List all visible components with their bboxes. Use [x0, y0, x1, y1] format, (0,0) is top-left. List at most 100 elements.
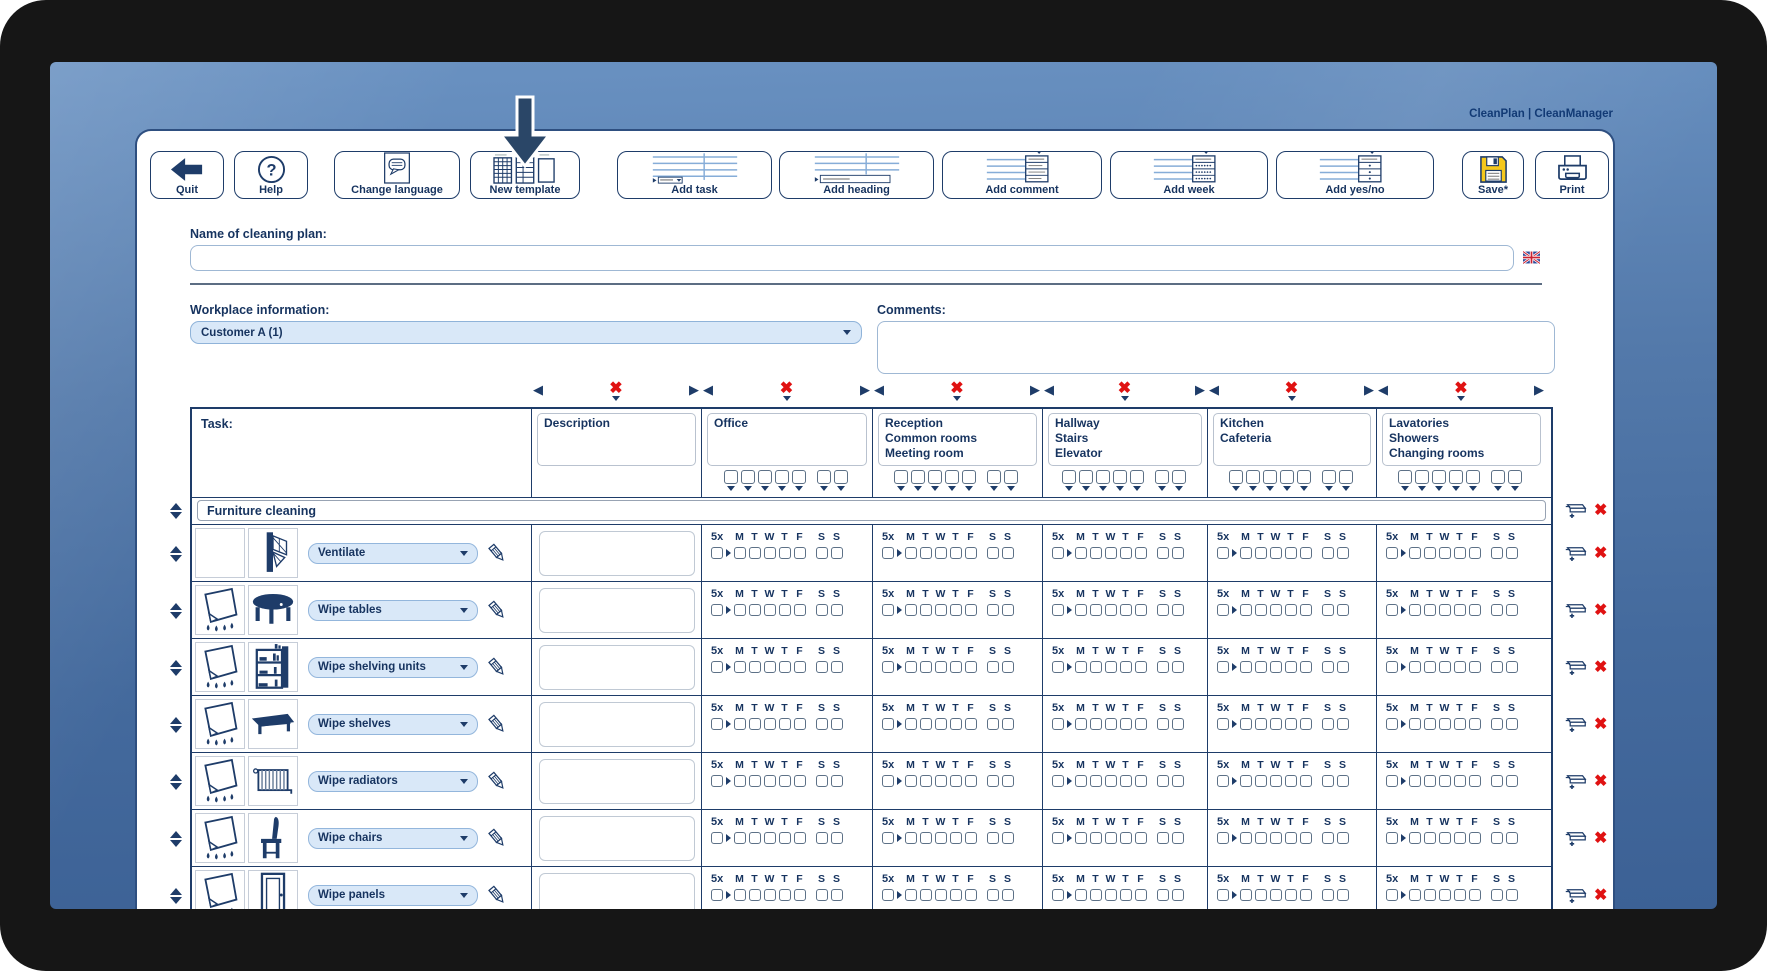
day-checkbox[interactable]: [749, 832, 761, 844]
insert-row-icon[interactable]: [1564, 659, 1587, 676]
day-checkbox[interactable]: [935, 547, 947, 559]
day-checkbox[interactable]: [1424, 832, 1436, 844]
day-checkbox[interactable]: [831, 547, 843, 559]
frequency-checkbox[interactable]: [882, 775, 894, 787]
column-day-checkbox[interactable]: [911, 470, 925, 484]
day-checkbox[interactable]: [794, 604, 806, 616]
day-checkbox[interactable]: [1506, 547, 1518, 559]
day-checkbox[interactable]: [1337, 661, 1349, 673]
expand-days-icon[interactable]: [1067, 549, 1072, 557]
edit-task-pencil-icon[interactable]: [487, 771, 507, 791]
day-checkbox[interactable]: [1491, 775, 1503, 787]
day-checkbox[interactable]: [1300, 832, 1312, 844]
frequency-checkbox[interactable]: [1052, 832, 1064, 844]
day-checkbox[interactable]: [779, 832, 791, 844]
expand-days-icon[interactable]: [1232, 606, 1237, 614]
task-icon-box[interactable]: [195, 756, 245, 806]
expand-days-icon[interactable]: [897, 606, 902, 614]
day-checkbox[interactable]: [816, 547, 828, 559]
chevron-down-icon[interactable]: [1174, 486, 1183, 491]
expand-days-icon[interactable]: [1067, 663, 1072, 671]
workplace-select[interactable]: Customer A (1): [190, 321, 862, 344]
chevron-down-icon[interactable]: [914, 486, 922, 491]
frequency-checkbox[interactable]: [1386, 775, 1398, 787]
day-checkbox[interactable]: [1075, 775, 1087, 787]
frequency-checkbox[interactable]: [711, 832, 723, 844]
day-checkbox[interactable]: [1090, 775, 1102, 787]
day-checkbox[interactable]: [1506, 604, 1518, 616]
day-checkbox[interactable]: [1337, 604, 1349, 616]
column-day-checkbox[interactable]: [1245, 470, 1260, 484]
frequency-checkbox[interactable]: [1386, 889, 1398, 901]
move-column-left-icon[interactable]: ◀: [874, 382, 884, 397]
frequency-checkbox[interactable]: [1386, 718, 1398, 730]
expand-days-icon[interactable]: [897, 777, 902, 785]
day-checkbox[interactable]: [734, 889, 746, 901]
task-icon-box[interactable]: [248, 528, 298, 578]
day-checkbox[interactable]: [1172, 604, 1184, 616]
expand-days-icon[interactable]: [897, 834, 902, 842]
day-checkbox[interactable]: [1409, 547, 1421, 559]
day-checkbox[interactable]: [1491, 661, 1503, 673]
delete-row-icon[interactable]: ✖: [1594, 503, 1607, 519]
column-day-checkbox[interactable]: [791, 470, 806, 484]
chevron-down-icon[interactable]: [1452, 486, 1460, 491]
day-checkbox[interactable]: [831, 775, 843, 787]
move-column-left-icon[interactable]: ◀: [1209, 382, 1219, 397]
column-day-checkbox[interactable]: [1262, 470, 1277, 484]
insert-row-icon[interactable]: [1564, 716, 1587, 733]
move-column-left-icon[interactable]: ◀: [533, 382, 543, 397]
task-icon-box[interactable]: [195, 813, 245, 863]
day-checkbox[interactable]: [1002, 604, 1014, 616]
day-checkbox[interactable]: [1270, 832, 1282, 844]
day-checkbox[interactable]: [1439, 775, 1451, 787]
delete-row-icon[interactable]: ✖: [1594, 717, 1607, 733]
column-day-checkbox[interactable]: [1415, 470, 1429, 484]
day-checkbox[interactable]: [831, 604, 843, 616]
move-column-right-icon[interactable]: ▶: [1030, 382, 1040, 397]
day-checkbox[interactable]: [734, 604, 746, 616]
toolbar-button-change-language[interactable]: Change language: [334, 151, 460, 199]
task-select[interactable]: Wipe tables: [308, 599, 478, 621]
frequency-checkbox[interactable]: [711, 718, 723, 730]
task-icon-box[interactable]: [195, 642, 245, 692]
day-checkbox[interactable]: [1255, 604, 1267, 616]
day-checkbox[interactable]: [734, 832, 746, 844]
chevron-down-icon[interactable]: [1007, 486, 1015, 491]
day-checkbox[interactable]: [965, 604, 977, 616]
day-checkbox[interactable]: [1300, 718, 1312, 730]
day-checkbox[interactable]: [1075, 661, 1087, 673]
day-checkbox[interactable]: [935, 832, 947, 844]
day-checkbox[interactable]: [935, 718, 947, 730]
day-checkbox[interactable]: [1439, 547, 1451, 559]
delete-column-icon[interactable]: ✖: [1118, 381, 1131, 397]
day-checkbox[interactable]: [1439, 661, 1451, 673]
day-checkbox[interactable]: [905, 832, 917, 844]
toolbar-button-help[interactable]: ? Help: [234, 151, 308, 199]
day-checkbox[interactable]: [1469, 889, 1481, 901]
day-checkbox[interactable]: [794, 889, 806, 901]
move-column-right-icon[interactable]: ▶: [1364, 382, 1374, 397]
day-checkbox[interactable]: [1337, 889, 1349, 901]
day-checkbox[interactable]: [816, 889, 828, 901]
day-checkbox[interactable]: [1469, 604, 1481, 616]
day-checkbox[interactable]: [1506, 832, 1518, 844]
move-column-right-icon[interactable]: ▶: [1195, 382, 1205, 397]
insert-row-icon[interactable]: [1564, 502, 1587, 519]
day-checkbox[interactable]: [950, 547, 962, 559]
day-checkbox[interactable]: [1424, 889, 1436, 901]
day-checkbox[interactable]: [987, 889, 999, 901]
day-checkbox[interactable]: [1120, 661, 1132, 673]
task-select[interactable]: Wipe chairs: [308, 827, 478, 849]
frequency-checkbox[interactable]: [1052, 547, 1064, 559]
day-checkbox[interactable]: [1255, 547, 1267, 559]
expand-days-icon[interactable]: [1067, 606, 1072, 614]
day-checkbox[interactable]: [987, 604, 999, 616]
day-checkbox[interactable]: [920, 661, 932, 673]
frequency-checkbox[interactable]: [1217, 661, 1229, 673]
column-day-checkbox[interactable]: [894, 470, 908, 484]
frequency-checkbox[interactable]: [882, 604, 894, 616]
expand-days-icon[interactable]: [897, 720, 902, 728]
toolbar-button-add-comment[interactable]: Add comment: [942, 151, 1102, 199]
delete-row-icon[interactable]: ✖: [1594, 831, 1607, 847]
